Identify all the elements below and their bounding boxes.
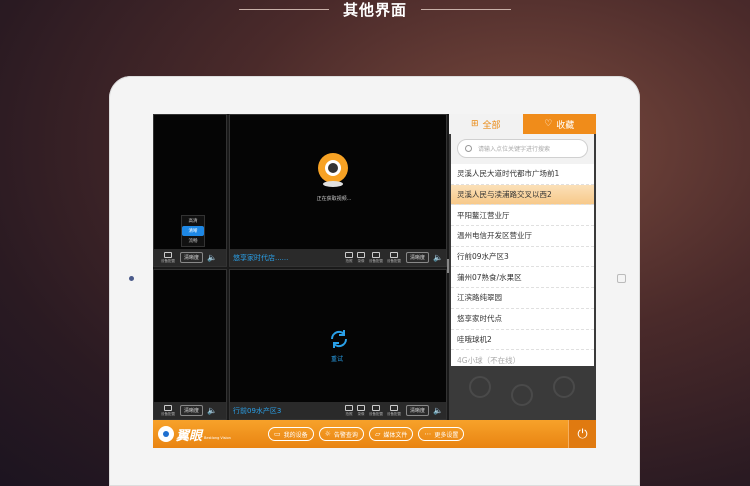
more-icon: ⋯ (424, 430, 432, 438)
device-config-tool[interactable]: 设备配置 (161, 404, 175, 417)
list-item[interactable]: 温州电信开发区营业厅 (451, 226, 594, 247)
quality-option-hd[interactable]: 高清 (182, 216, 204, 226)
record-tool[interactable]: 录像 (357, 251, 366, 264)
device-config-tool[interactable]: 设备配置 (369, 251, 383, 264)
heading-line-left (238, 8, 329, 10)
quality-option-smooth[interactable]: 流畅 (182, 236, 204, 246)
video-cell-bottom-left[interactable]: 设备配置 清晰度 🔈 (153, 269, 227, 420)
list-item-selected[interactable]: 灵溪人民与渎浦路交叉以西2 (451, 184, 594, 206)
volume-icon[interactable]: 🔈 (207, 253, 217, 262)
quality-option-clear[interactable]: 清晰 (182, 226, 204, 236)
cell-toolbar: 设备配置 清晰度 🔈 (154, 402, 226, 419)
config-icon (390, 404, 399, 411)
decor-icon (469, 376, 491, 398)
camera-dot (129, 276, 134, 281)
device-config-tool[interactable]: 设备配置 (161, 251, 175, 264)
bottom-bar: 翼眼 Bestlong Vision ▭ 我的设备 ☼ 告警查询 ▱ 媒体文件 … (153, 420, 596, 448)
search-input[interactable]: 请输入点位关键字进行搜索 (457, 139, 588, 158)
search-placeholder: 请输入点位关键字进行搜索 (478, 146, 551, 153)
heart-icon: ♡ (544, 119, 553, 129)
app-screen: 高清 清晰 流畅 设备配置 清晰度 🔈 正在获取视频... 悠享家时代店....… (153, 114, 596, 448)
video-cell-bottom-right[interactable]: 重试 行前09水产区3 拍照 录像 设备配置 设备配置 清晰度 🔈 (229, 269, 447, 420)
search-icon (465, 145, 472, 152)
list-item[interactable]: 灵溪人民大道时代都市广场前1 (451, 164, 594, 185)
device-icon: ▭ (274, 430, 281, 438)
decor-icon (553, 376, 575, 398)
volume-icon[interactable]: 🔈 (207, 406, 217, 415)
volume-icon[interactable]: 🔈 (433, 253, 443, 262)
cell-camera-name: 行前09水产区3 (233, 406, 282, 415)
search-area: 请输入点位关键字进行搜索 (451, 134, 594, 164)
video-cell-top-right[interactable]: 正在获取视频... 悠享家时代店...... 拍照 录像 设备配置 设备配置 清… (229, 114, 447, 267)
panel-tabs: ⊞ 全部 ♡ 收藏 (449, 114, 596, 134)
list-item[interactable]: 悠享家时代点 (451, 309, 594, 330)
grid-icon: ⊞ (470, 119, 479, 129)
alarm-query-button[interactable]: ☼ 告警查询 (318, 427, 364, 441)
volume-icon[interactable]: 🔈 (433, 406, 443, 415)
record-icon (357, 251, 366, 258)
quality-button[interactable]: 清晰度 (180, 252, 204, 263)
list-item[interactable]: 蒲州07熟食/水果区 (451, 267, 594, 289)
tab-all[interactable]: ⊞ 全部 (449, 114, 523, 134)
mascot-icon (318, 153, 348, 187)
home-button[interactable] (617, 274, 626, 283)
config-icon (164, 251, 172, 258)
cell-toolbar: 设备配置 清晰度 🔈 (154, 249, 226, 266)
device-config-tool[interactable]: 设备配置 (369, 404, 383, 417)
device-config-tool-2[interactable]: 设备配置 (387, 251, 401, 264)
list-item[interactable]: 江滨路纯翠园 (451, 288, 594, 309)
device-list-panel: ⊞ 全部 ♡ 收藏 请输入点位关键字进行搜索 灵溪人民大道时代都市广场前1 灵溪… (449, 114, 596, 420)
page-heading: 其他界面 (0, 0, 750, 19)
camera-icon (345, 251, 354, 258)
eye-logo-icon (158, 426, 174, 442)
quality-menu: 高清 清晰 流畅 (181, 215, 205, 247)
device-list: 请输入点位关键字进行搜索 灵溪人民大道时代都市广场前1 灵溪人民与渎浦路交叉以西… (451, 134, 594, 371)
list-item[interactable]: 哇哦球机2 (451, 330, 594, 351)
brand-subtitle: Bestlong Vision (204, 435, 231, 440)
media-files-button[interactable]: ▱ 媒体文件 (368, 427, 414, 441)
cell-toolbar: 悠享家时代店...... 拍照 录像 设备配置 设备配置 清晰度 🔈 (230, 249, 446, 266)
heading-line-right (421, 8, 511, 10)
config-icon (164, 404, 172, 411)
list-item[interactable]: 行前09水产区3 (451, 247, 594, 268)
power-icon: ⏻ (577, 426, 588, 442)
panel-background (449, 366, 596, 420)
camera-icon (345, 404, 354, 411)
refresh-icon[interactable] (328, 328, 350, 350)
quality-button[interactable]: 清晰度 (406, 405, 430, 416)
my-devices-button[interactable]: ▭ 我的设备 (268, 427, 314, 441)
snapshot-tool[interactable]: 拍照 (345, 404, 354, 417)
retry-text[interactable]: 重试 (322, 354, 352, 363)
brand-logo: 翼眼 Bestlong Vision (158, 425, 268, 444)
more-settings-button[interactable]: ⋯ 更多设置 (418, 427, 465, 441)
page-title: 其他界面 (342, 0, 407, 19)
layers-icon (372, 251, 381, 258)
folder-icon: ▱ (374, 430, 381, 438)
brand-name: 翼眼 (176, 428, 203, 444)
layers-icon (372, 404, 381, 411)
record-icon (357, 404, 366, 411)
cell-camera-name: 悠享家时代店...... (233, 253, 289, 262)
record-tool[interactable]: 录像 (357, 404, 366, 417)
video-cell-top-left[interactable]: 高清 清晰 流畅 设备配置 清晰度 🔈 (153, 114, 227, 267)
tablet-frame: 高清 清晰 流畅 设备配置 清晰度 🔈 正在获取视频... 悠享家时代店....… (109, 76, 640, 486)
config-icon (390, 251, 399, 258)
list-item[interactable]: 平阳鳌江营业厅 (451, 205, 594, 227)
loading-text: 正在获取视频... (316, 196, 352, 202)
power-button[interactable]: ⏻ (568, 420, 596, 448)
device-config-tool-2[interactable]: 设备配置 (387, 404, 401, 417)
decor-icon (511, 384, 533, 406)
quality-button[interactable]: 清晰度 (406, 252, 430, 263)
quality-button[interactable]: 清晰度 (180, 405, 204, 416)
cell-toolbar: 行前09水产区3 拍照 录像 设备配置 设备配置 清晰度 🔈 (230, 402, 446, 419)
alarm-icon: ☼ (324, 430, 331, 438)
snapshot-tool[interactable]: 拍照 (345, 251, 354, 264)
tab-favorites[interactable]: ♡ 收藏 (522, 114, 596, 134)
